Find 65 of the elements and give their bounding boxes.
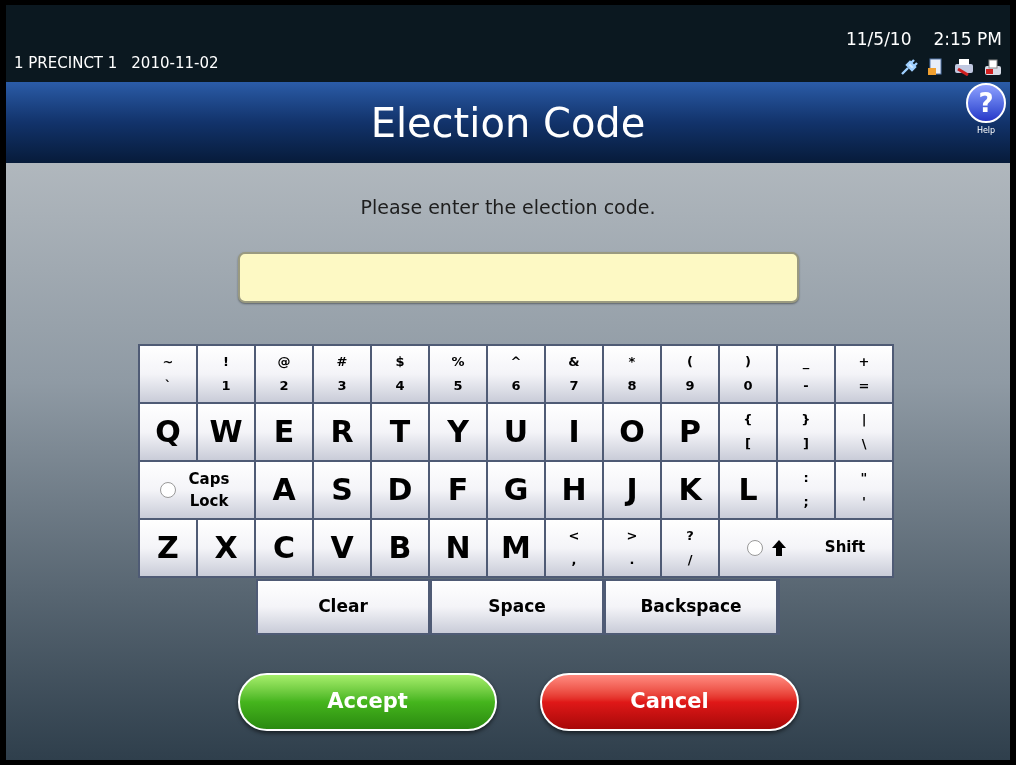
printer-icon — [954, 58, 974, 76]
keyboard-action-key[interactable]: Backspace — [606, 580, 776, 633]
letter-key[interactable]: A — [256, 461, 312, 518]
symbol-key[interactable]: ! 1 — [198, 345, 254, 402]
letter-key[interactable]: G — [488, 461, 544, 518]
keyboard-action-key[interactable]: Space — [432, 580, 602, 633]
prompt-text: Please enter the election code. — [359, 195, 657, 220]
letter-key[interactable]: C — [256, 519, 312, 576]
symbol-key[interactable]: : ; — [778, 461, 834, 518]
symbol-key[interactable]: | \ — [836, 403, 892, 460]
letter-key[interactable]: Y — [430, 403, 486, 460]
letter-key[interactable]: B — [372, 519, 428, 576]
letter-key[interactable]: U — [488, 403, 544, 460]
symbol-key[interactable]: @ 2 — [256, 345, 312, 402]
symbol-key[interactable]: < , — [546, 519, 602, 576]
symbol-key[interactable]: $ 4 — [372, 345, 428, 402]
document-icon — [928, 58, 944, 76]
letter-key[interactable]: Q — [140, 403, 196, 460]
symbol-key[interactable]: ^ 6 — [488, 345, 544, 402]
symbol-key[interactable]: ) 0 — [720, 345, 776, 402]
symbol-key[interactable]: { [ — [720, 403, 776, 460]
symbol-key[interactable]: # 3 — [314, 345, 370, 402]
up-arrow-icon — [770, 538, 787, 557]
letter-key[interactable]: S — [314, 461, 370, 518]
cancel-button[interactable]: Cancel — [540, 672, 799, 731]
symbol-key[interactable]: " ' — [836, 461, 892, 518]
letter-key[interactable]: Z — [140, 519, 196, 576]
letter-key[interactable]: R — [314, 403, 370, 460]
symbol-key[interactable]: ( 9 — [662, 345, 718, 402]
letter-key[interactable]: E — [256, 403, 312, 460]
symbol-key[interactable]: } ] — [778, 403, 834, 460]
letter-key[interactable]: O — [604, 403, 660, 460]
date-label: 11/5/10 — [845, 27, 912, 51]
symbol-key[interactable]: _ - — [778, 345, 834, 402]
letter-key[interactable]: V — [314, 519, 370, 576]
symbol-key[interactable]: % 5 — [430, 345, 486, 402]
screen-title: Election Code — [370, 98, 646, 148]
symbol-key[interactable]: & 7 — [546, 345, 602, 402]
symbol-key[interactable]: ? / — [662, 519, 718, 576]
card-reader-icon — [984, 58, 1002, 76]
symbol-key[interactable]: ~ ` — [140, 345, 196, 402]
letter-key[interactable]: T — [372, 403, 428, 460]
plug-icon — [900, 59, 918, 75]
letter-key[interactable]: X — [198, 519, 254, 576]
letter-key[interactable]: J — [604, 461, 660, 518]
keyboard-action-key[interactable]: Clear — [258, 580, 428, 633]
election-date: 2010-11-02 — [131, 52, 219, 74]
letter-key[interactable]: L — [720, 461, 776, 518]
letter-key[interactable]: F — [430, 461, 486, 518]
code-input-field[interactable] — [238, 251, 799, 303]
time-label: 2:15 PM — [933, 27, 1002, 51]
shift-key[interactable]: Shift — [720, 519, 892, 576]
precinct-label: 1 PRECINCT 1 — [14, 52, 118, 74]
letter-key[interactable]: W — [198, 403, 254, 460]
letter-key[interactable]: H — [546, 461, 602, 518]
symbol-key[interactable]: * 8 — [604, 345, 660, 402]
letter-key[interactable]: P — [662, 403, 718, 460]
letter-key[interactable]: N — [430, 519, 486, 576]
symbol-key[interactable]: + = — [836, 345, 892, 402]
letter-key[interactable]: K — [662, 461, 718, 518]
letter-key[interactable]: M — [488, 519, 544, 576]
symbol-key[interactable]: > . — [604, 519, 660, 576]
caps-lock-key[interactable]: Caps Lock — [140, 461, 254, 518]
letter-key[interactable]: D — [372, 461, 428, 518]
letter-key[interactable]: I — [546, 403, 602, 460]
